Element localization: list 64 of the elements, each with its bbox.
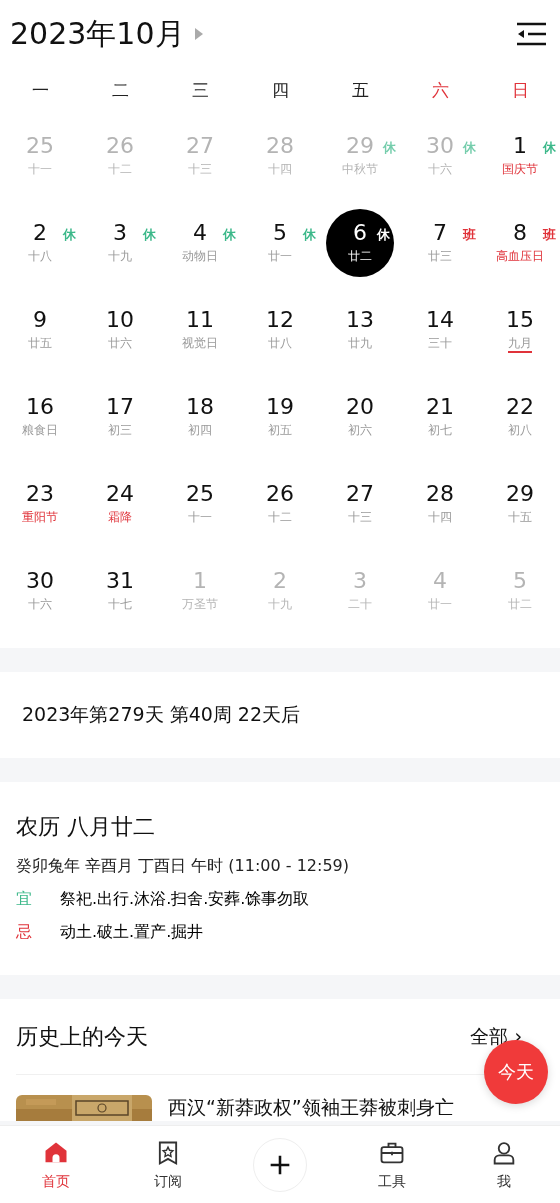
day-cell[interactable]: 4 休 动物日 [166,208,234,277]
month-title[interactable]: 2023年10月 [10,13,185,55]
history-title[interactable]: 西汉“新莽政权”领袖王莽被刺身亡 [168,1095,454,1121]
day-cell[interactable]: 25 十一 [166,469,234,538]
weekday-label: 一 [31,78,49,102]
workday-label: 班 [543,225,556,244]
holiday-label: 休 [383,138,396,157]
activity-list: 动土.破土.置产.掘井 [60,922,204,943]
holiday-label: 休 [63,225,76,244]
day-cell[interactable]: 1 休 国庆节 [486,121,554,190]
holiday-label: 休 [303,225,316,244]
weekday-label: 五 [351,78,369,102]
auspicious-label: 宜 [16,889,32,910]
holiday-label: 休 [463,138,476,157]
selected-day[interactable]: 6 休 廿二 [326,208,394,277]
workday-label: 班 [463,225,476,244]
menu-icon[interactable] [516,22,546,46]
day-cell[interactable]: 3 休 十九 [86,208,154,277]
day-cell[interactable]: 18 初四 [166,382,234,451]
weekday-label: 六 [431,78,449,102]
day-cell[interactable]: 19 初五 [246,382,314,451]
day-cell[interactable]: 9 廿五 [6,295,74,364]
weekday-label: 四 [271,78,289,102]
day-cell[interactable]: 13 廿九 [326,295,394,364]
day-cell[interactable]: 22 初八 [486,382,554,451]
nav-tab[interactable]: 我 [448,1138,560,1191]
ganzhi-text: 癸卯兔年 辛酉月 丁酉日 午时 (11:00 - 12:59) [16,856,350,877]
day-cell[interactable]: 16 粮食日 [6,382,74,451]
day-cell[interactable]: 10 廿六 [86,295,154,364]
day-cell[interactable]: 27 十三 [326,469,394,538]
holiday-label: 休 [543,138,556,157]
inauspicious-label: 忌 [16,922,32,943]
day-info-text: 2023年第279天 第40周 22天后 [22,703,301,725]
nav-tab[interactable]: 首页 [0,1138,112,1191]
weekday-label: 三 [191,78,209,102]
nav-tab[interactable]: 工具 [336,1138,448,1191]
day-cell[interactable]: 7 班 廿三 [406,208,474,277]
lunar-date-title: 农历 八月廿二 [16,813,156,841]
holiday-label: 休 [377,225,390,244]
day-cell[interactable]: 14 三十 [406,295,474,364]
nav-tab[interactable]: 订阅 [112,1138,224,1191]
day-cell[interactable]: 31 十七 [86,556,154,625]
day-cell[interactable]: 2 休 十八 [6,208,74,277]
day-cell[interactable]: 26 十二 [246,469,314,538]
day-cell[interactable]: 5 休 廿一 [246,208,314,277]
day-cell[interactable]: 20 初六 [326,382,394,451]
day-cell[interactable]: 15 九月 [486,295,554,364]
holiday-label: 休 [143,225,156,244]
day-cell[interactable]: 23 重阳节 [6,469,74,538]
weekday-label: 二 [111,78,129,102]
day-cell[interactable]: 30 十六 [6,556,74,625]
activity-list: 祭祀.出行.沐浴.扫舍.安葬.馀事勿取 [60,889,310,910]
day-cell[interactable]: 21 初七 [406,382,474,451]
day-cell[interactable]: 17 初三 [86,382,154,451]
day-cell[interactable]: 12 廿八 [246,295,314,364]
day-cell[interactable]: 8 班 高血压日 [486,208,554,277]
day-cell[interactable]: 11 视觉日 [166,295,234,364]
holiday-label: 休 [223,225,236,244]
day-cell[interactable]: 29 十五 [486,469,554,538]
weekday-label: 日 [511,78,529,102]
section-title: 历史上的今天 [16,1022,148,1051]
day-cell[interactable]: 28 十四 [406,469,474,538]
add-button[interactable] [253,1137,307,1192]
day-cell[interactable]: 24 霜降 [86,469,154,538]
